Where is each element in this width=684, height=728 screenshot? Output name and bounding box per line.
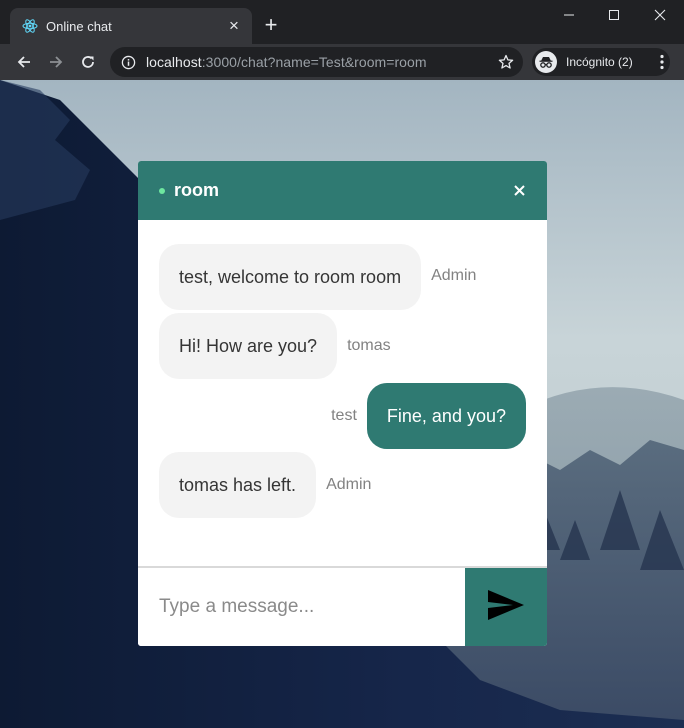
url-text: localhost:3000/chat?name=Test&room=room	[146, 54, 427, 70]
react-icon	[22, 18, 38, 34]
incognito-icon	[535, 51, 557, 73]
chat-window: room test, welcome to room room Admin Hi…	[138, 161, 547, 646]
tab-title: Online chat	[46, 18, 112, 34]
message-bubble: tomas has left.	[159, 452, 317, 518]
url-path: :3000/chat?name=Test&room=room	[201, 54, 427, 70]
message-sender: Admin	[326, 476, 372, 493]
send-icon	[487, 589, 525, 626]
tab-close-icon[interactable]: ×	[224, 16, 244, 36]
browser-tab[interactable]: Online chat ×	[10, 8, 252, 44]
window-close-icon[interactable]	[638, 4, 682, 26]
close-icon[interactable]	[509, 180, 529, 200]
minimize-icon[interactable]	[547, 4, 591, 26]
message-bubble: test, welcome to room room	[159, 244, 422, 310]
message-composer	[138, 566, 547, 646]
forward-icon[interactable]	[42, 48, 70, 76]
message-sender: Admin	[431, 267, 477, 284]
message-sender: tomas	[347, 337, 391, 354]
address-bar[interactable]: localhost:3000/chat?name=Test&room=room	[110, 47, 523, 77]
chat-header: room	[138, 161, 547, 220]
browser-titlebar: Online chat × +	[0, 0, 684, 44]
more-menu-icon[interactable]	[652, 52, 672, 72]
maximize-icon[interactable]	[592, 4, 636, 26]
online-status-dot	[159, 187, 165, 194]
room-name: room	[174, 180, 219, 200]
message-bubble: Hi! How are you?	[159, 313, 338, 379]
incognito-indicator[interactable]: Incógnito (2)	[532, 48, 670, 76]
new-tab-icon[interactable]: +	[259, 14, 283, 38]
browser-toolbar: localhost:3000/chat?name=Test&room=room …	[0, 44, 684, 80]
reload-icon[interactable]	[74, 48, 102, 76]
message-bubble-own: Fine, and you?	[366, 383, 526, 449]
message-list[interactable]: test, welcome to room room Admin Hi! How…	[138, 220, 547, 566]
message-item: test, welcome to room room Admin	[159, 244, 476, 310]
message-sender: test	[331, 407, 357, 424]
info-icon[interactable]	[120, 54, 136, 70]
message-item-own: test Fine, and you?	[331, 383, 526, 449]
message-item: Hi! How are you? tomas	[159, 313, 391, 379]
message-input[interactable]	[138, 568, 465, 646]
back-icon[interactable]	[10, 48, 38, 76]
page-viewport: room test, welcome to room room Admin Hi…	[0, 80, 684, 728]
bookmark-star-icon[interactable]	[497, 53, 515, 71]
url-host: localhost	[146, 54, 202, 70]
incognito-label: Incógnito (2)	[566, 55, 633, 69]
message-item: tomas has left. Admin	[159, 452, 371, 518]
send-button[interactable]	[465, 568, 547, 646]
